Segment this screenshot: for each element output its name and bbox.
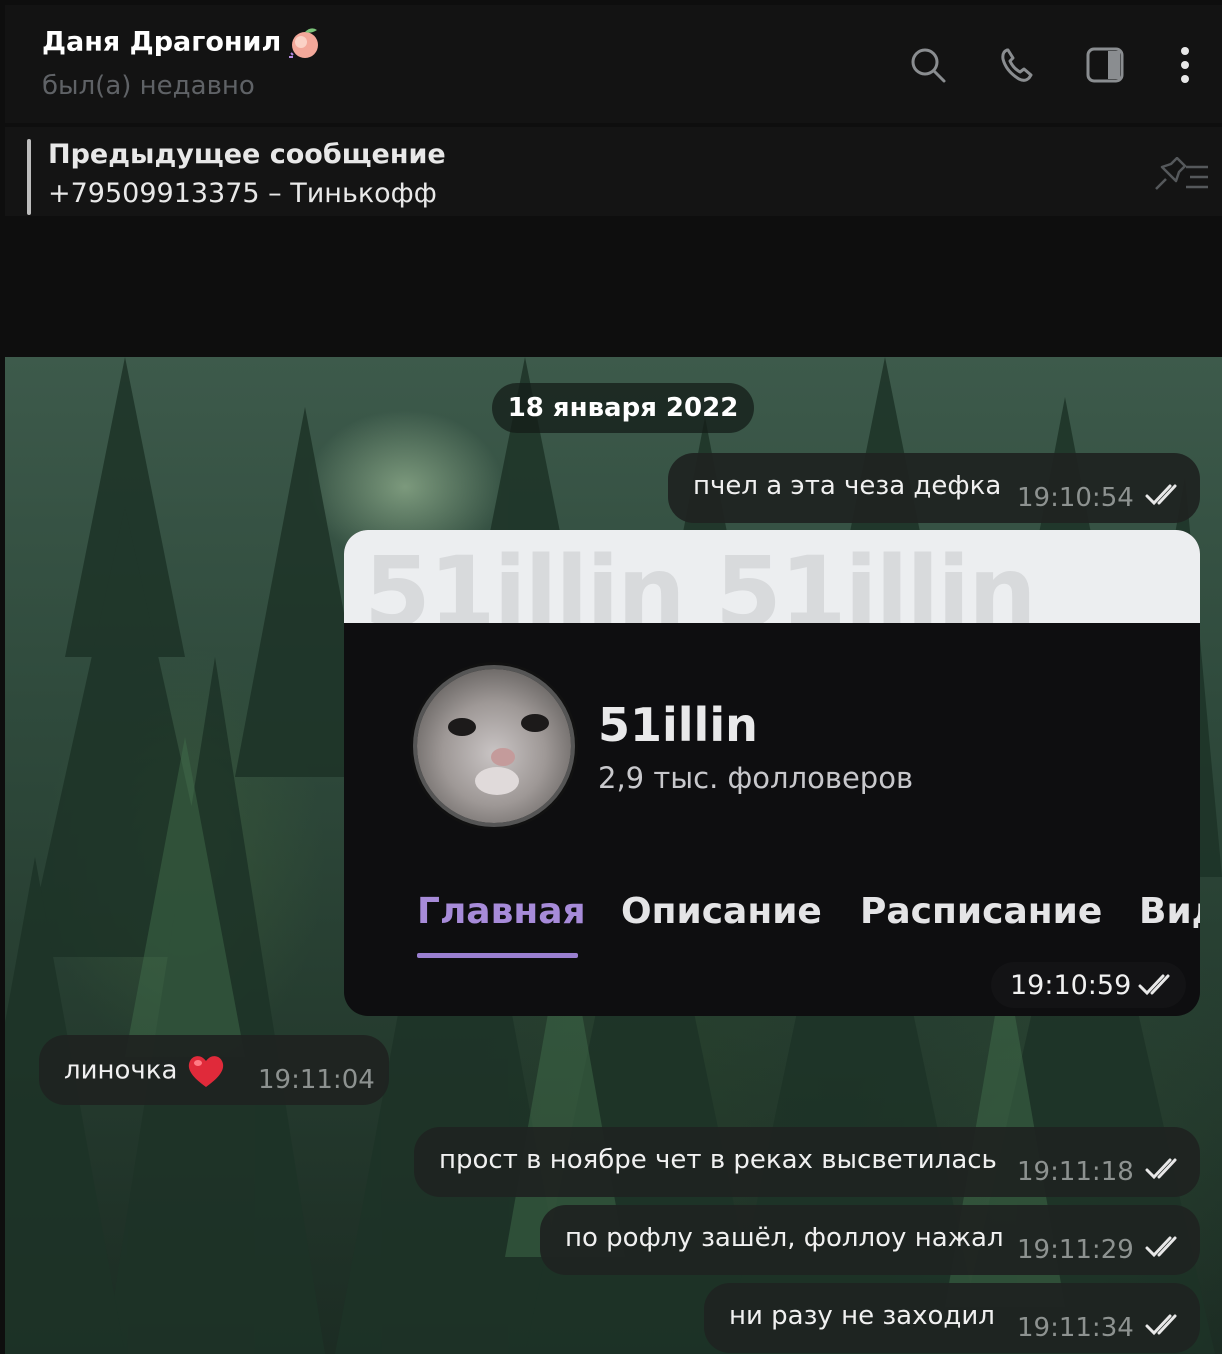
message-text: ни разу не заходил (729, 1301, 995, 1331)
chat-header: Даня Драгонил был(а) недавно (5, 5, 1222, 123)
message-bubble[interactable]: пчел а эта чеза дефка 19:10:54 (668, 453, 1200, 523)
tab-videos: Вид (1139, 891, 1200, 932)
double-check-icon (1138, 974, 1170, 996)
tab-home: Главная (417, 891, 586, 932)
double-check-icon (1145, 484, 1177, 506)
message-text-row: линочка (64, 1053, 225, 1089)
image-banner: 51illin 51illin (344, 530, 1200, 623)
message-time: 19:11:29 (1017, 1235, 1134, 1265)
contact-name[interactable]: Даня Драгонил (42, 27, 281, 58)
message-time: 19:11:04 (258, 1065, 375, 1095)
search-icon[interactable] (908, 45, 948, 85)
sidebar-toggle-icon[interactable] (1085, 45, 1125, 85)
contact-status: был(а) недавно (42, 71, 255, 101)
message-text: прост в ноябре чет в реках высветилась (439, 1145, 997, 1175)
tab-about: Описание (621, 891, 822, 932)
peach-emoji-icon (289, 28, 319, 58)
chat-title[interactable]: Даня Драгонил (42, 23, 325, 63)
more-vertical-icon[interactable] (1165, 45, 1205, 85)
chat-area[interactable]: 18 января 2022 пчел а эта чеза дефка 19:… (5, 357, 1222, 1354)
message-bubble[interactable]: линочка 19:11:04 (39, 1035, 389, 1105)
message-time: 19:10:59 (1010, 970, 1132, 1001)
message-text: пчел а эта чеза дефка (693, 471, 1002, 501)
pinned-indicator (27, 139, 31, 215)
pinned-list-icon[interactable] (1152, 157, 1210, 193)
channel-name: 51illin (598, 698, 758, 752)
double-check-icon (1145, 1158, 1177, 1180)
message-time: 19:10:54 (1017, 483, 1134, 513)
message-time: 19:11:34 (1017, 1313, 1134, 1343)
date-separator: 18 января 2022 (492, 383, 754, 433)
heart-emoji-icon (189, 1056, 224, 1087)
message-bubble[interactable]: ни разу не заходил 19:11:34 (704, 1283, 1200, 1353)
phone-icon[interactable] (998, 45, 1038, 85)
double-check-icon (1145, 1314, 1177, 1336)
message-text: линочка (64, 1055, 178, 1086)
image-time-badge: 19:10:59 (991, 962, 1186, 1008)
pinned-message-bar[interactable]: Предыдущее сообщение +79509913375 – Тинь… (5, 127, 1222, 216)
message-bubble[interactable]: по рофлу зашёл, фоллоу нажал 19:11:29 (540, 1205, 1200, 1275)
message-bubble[interactable]: прост в ноябре чет в реках высветилась 1… (414, 1127, 1200, 1197)
message-time: 19:11:18 (1017, 1157, 1134, 1187)
avatar (417, 669, 571, 823)
active-tab-underline (417, 953, 578, 958)
pinned-text: +79509913375 – Тинькофф (48, 178, 437, 209)
banner-text: 51illin 51illin (364, 536, 1037, 623)
followers-count: 2,9 тыс. фолловеров (598, 761, 914, 795)
message-text: по рофлу зашёл, фоллоу нажал (565, 1223, 1004, 1253)
image-message[interactable]: 51illin 51illin 51illin 2,9 тыс. фоллове… (344, 530, 1200, 1016)
tab-schedule: Расписание (860, 891, 1103, 932)
double-check-icon (1145, 1236, 1177, 1258)
cat-face-icon (448, 714, 549, 795)
pinned-title: Предыдущее сообщение (48, 139, 446, 170)
